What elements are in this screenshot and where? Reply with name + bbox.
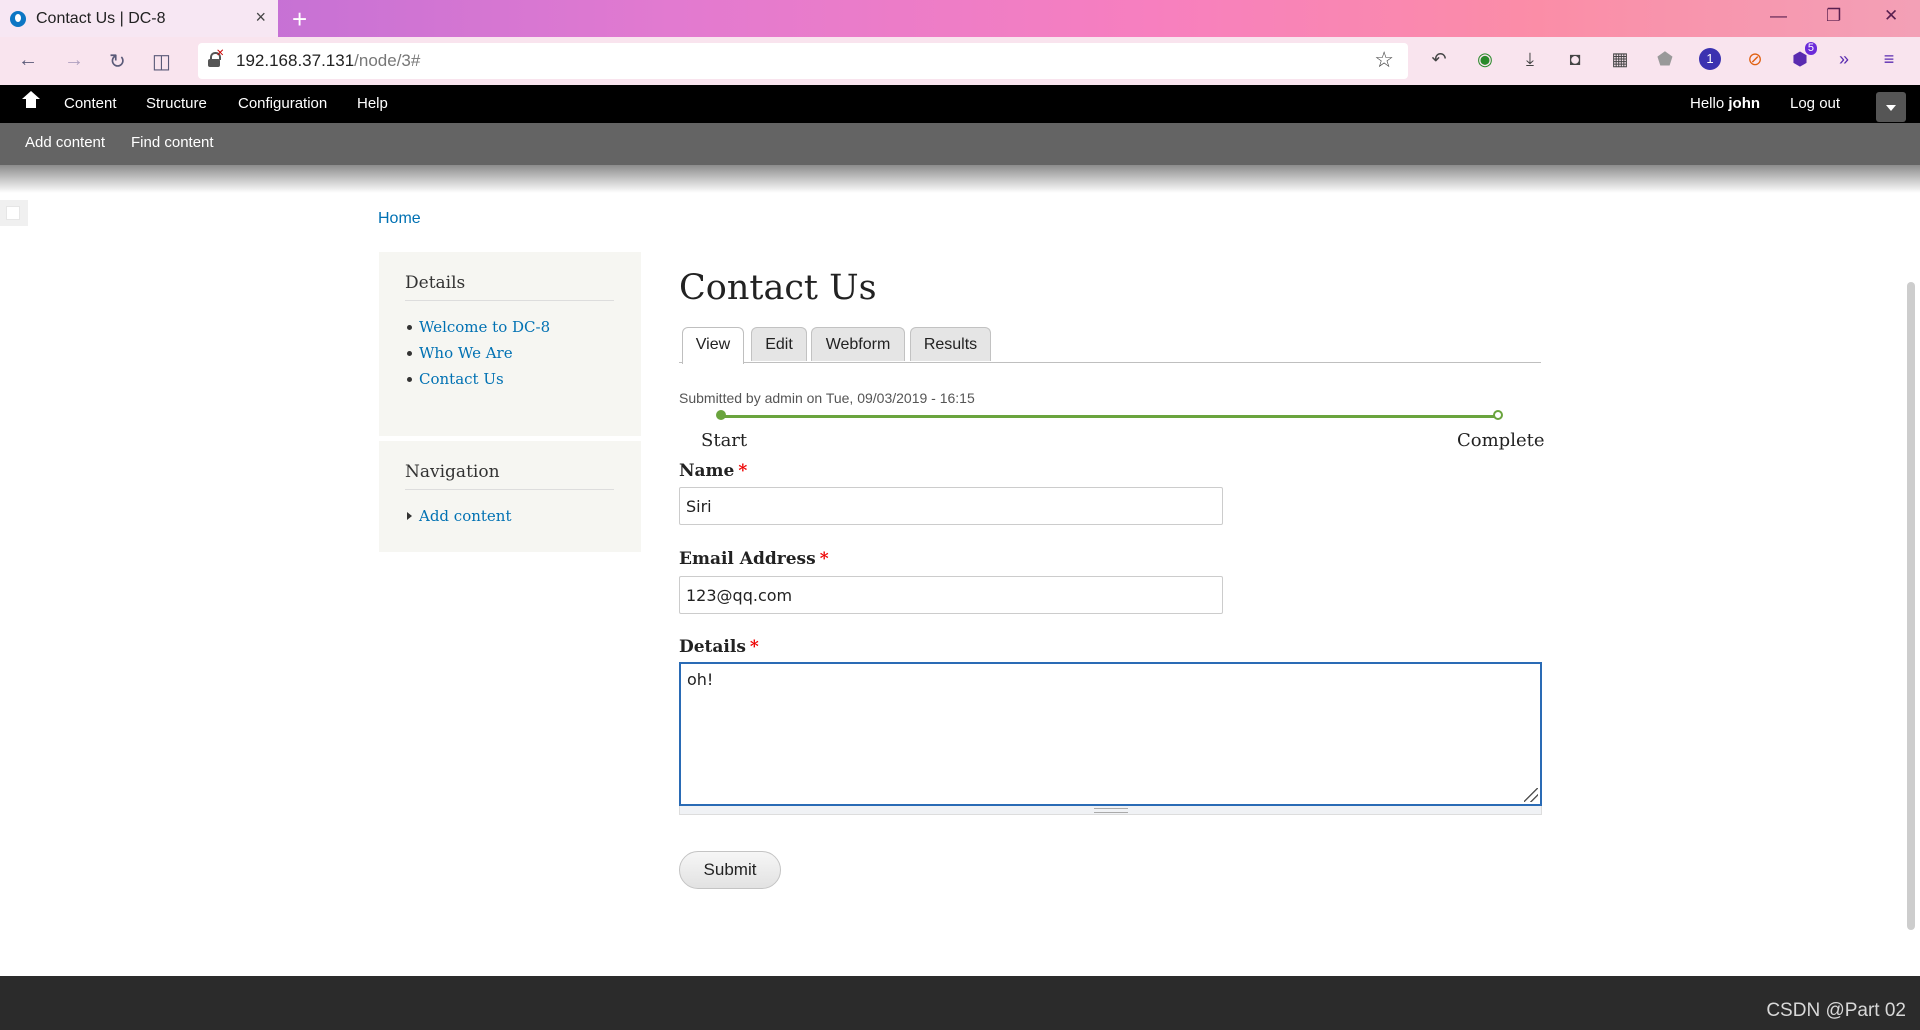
drupal-favicon-icon [10,10,26,27]
user-greeting[interactable]: Hello john [1690,95,1760,112]
required-marker: * [749,637,759,657]
link-contact-us[interactable]: Contact Us [405,370,550,396]
progress-start-label: Start [701,430,748,451]
page-footer [0,976,1920,1030]
container-extension-icon[interactable]: ▦ [1609,48,1631,70]
breadcrumb-home[interactable]: Home [378,210,421,228]
history-back-icon[interactable]: ↶ [1428,48,1450,70]
submitted-info: Submitted by admin on Tue, 09/03/2019 - … [679,390,975,406]
restore-button[interactable]: ❐ [1826,6,1841,26]
tray-add-content[interactable]: Add content [25,134,105,151]
sidebar-toggle-icon[interactable]: ◫ [152,49,171,74]
new-tab-button[interactable]: + [292,4,307,35]
side-tab[interactable] [0,200,28,226]
details-block: Details Welcome to DC-8 Who We Are Conta… [379,252,641,436]
progress-end-label: Complete [1457,430,1545,451]
tab-view[interactable]: View [682,327,744,364]
browser-nav-bar: ← → ↻ ◫ ✕ 192.168.37.131/node/3# ☆ ↶ ◉ ⤓… [0,37,1920,85]
navigation-block-title: Navigation [405,462,500,482]
onepassword-icon[interactable]: 1 [1699,48,1721,70]
submit-button[interactable]: Submit [679,851,781,889]
email-field[interactable] [679,576,1223,614]
details-links: Welcome to DC-8 Who We Are Contact Us [405,318,550,396]
required-marker: * [738,461,748,481]
block-divider [405,300,614,301]
toolbar-tray: Add content Find content [0,123,1920,165]
bookmark-star-icon[interactable]: ☆ [1374,47,1394,73]
tab-close-icon[interactable]: × [255,7,266,28]
resize-handle-icon[interactable] [1524,788,1538,802]
page-scrollbar[interactable] [1907,282,1915,930]
shield-extension-icon[interactable]: ⬟ [1654,48,1676,70]
page-title: Contact Us [679,268,877,308]
email-label: Email Address * [679,549,829,569]
close-window-button[interactable]: ✕ [1884,6,1898,26]
minimize-button[interactable]: — [1770,6,1787,26]
details-block-title: Details [405,273,466,293]
toolbar-content[interactable]: Content [64,95,117,112]
block-divider [405,489,614,490]
extension-puzzle-icon[interactable]: ⬢ 5 [1789,42,1817,70]
local-tabs: View Edit Webform Results [679,326,1541,364]
forward-icon[interactable]: → [64,49,84,72]
screenshot-icon[interactable]: ◘ [1564,48,1586,70]
reload-icon[interactable]: ↻ [109,49,126,74]
progress-start-marker [716,410,726,420]
progress-end-marker [1493,410,1503,420]
link-who-we-are[interactable]: Who We Are [405,344,550,370]
download-icon[interactable]: ⤓ [1519,48,1541,70]
insecure-mark-icon: ✕ [216,48,225,59]
tray-shadow [0,165,1920,193]
toolbar-structure[interactable]: Structure [146,95,207,112]
name-label: Name * [679,461,748,481]
browser-tab-bar: Contact Us | DC-8 × + — ❐ ✕ [0,0,1920,37]
toolbar-help[interactable]: Help [357,95,388,112]
address-bar[interactable]: ✕ 192.168.37.131/node/3# ☆ [198,43,1408,79]
globe-extension-icon[interactable]: ◉ [1474,48,1496,70]
extension-badge: 5 [1804,42,1817,55]
url-text[interactable]: 192.168.37.131/node/3# [236,51,420,71]
toolbar-configuration[interactable]: Configuration [238,95,327,112]
tab-results[interactable]: Results [910,327,991,361]
browser-tab[interactable]: Contact Us | DC-8 × [0,0,278,37]
details-label: Details * [679,637,759,657]
tab-edit[interactable]: Edit [751,327,807,361]
name-field[interactable] [679,487,1223,525]
tray-find-content[interactable]: Find content [131,134,214,151]
details-textarea[interactable]: oh! [679,662,1542,806]
link-welcome[interactable]: Welcome to DC-8 [405,318,550,344]
blocker-extension-icon[interactable]: ⊘ [1744,48,1766,70]
toolbar-orientation-toggle[interactable] [1876,92,1906,122]
tab-title: Contact Us | DC-8 [36,9,166,27]
hamburger-menu-icon[interactable]: ≡ [1878,48,1900,70]
overflow-chevron-icon[interactable]: » [1833,48,1855,70]
tab-webform[interactable]: Webform [811,327,905,361]
webform-progress-bar [720,415,1500,418]
home-icon[interactable] [22,91,40,109]
nav-add-content[interactable]: Add content [405,507,512,533]
logout-link[interactable]: Log out [1790,95,1840,112]
watermark: CSDN @Part 02 [1766,1000,1906,1021]
navigation-links: Add content [405,507,512,533]
navigation-block: Navigation Add content [379,441,641,552]
admin-toolbar: Content Structure Configuration Help Hel… [0,85,1920,123]
back-icon[interactable]: ← [18,49,38,72]
required-marker: * [819,549,829,569]
textarea-grippie[interactable] [679,806,1542,815]
